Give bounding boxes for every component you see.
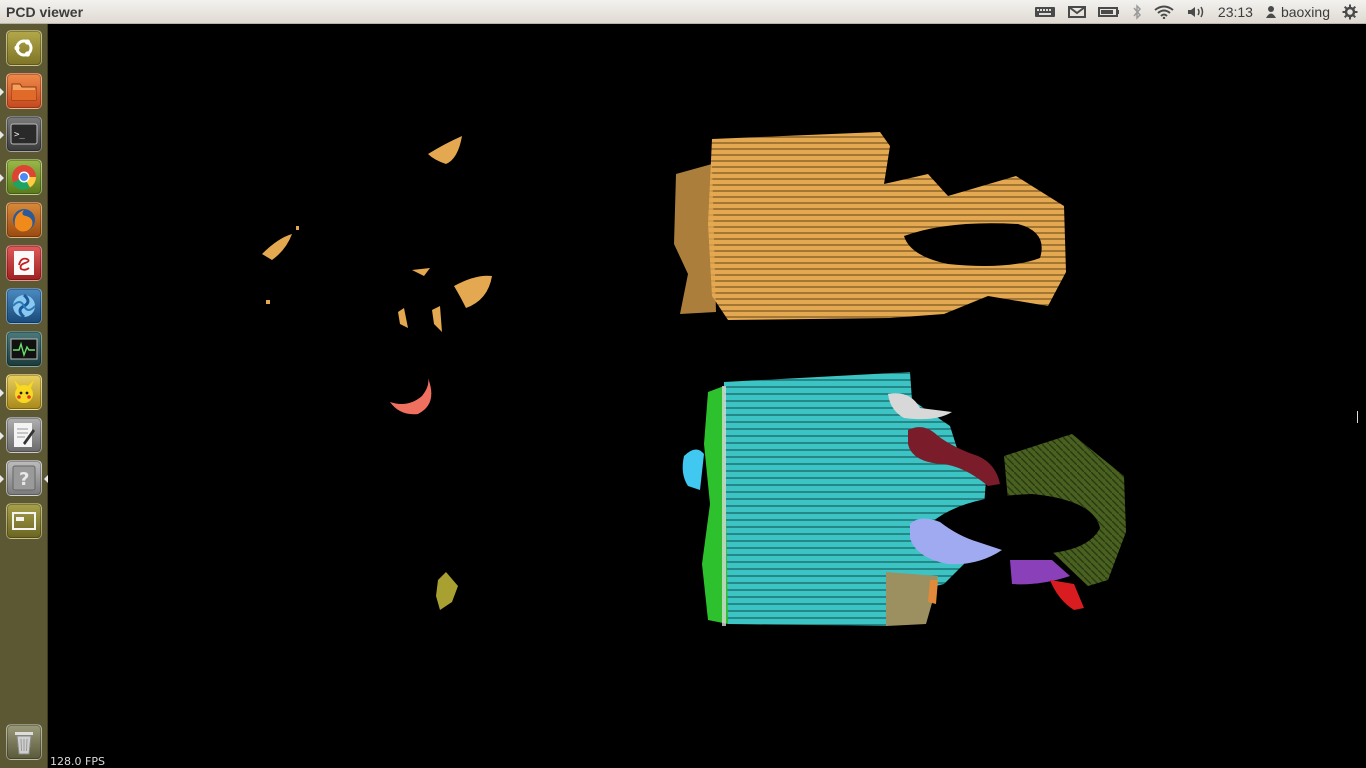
running-indicator (0, 131, 4, 139)
reader-icon (14, 251, 34, 275)
editor-icon (14, 423, 35, 447)
fps-counter: 128.0 FPS (50, 755, 105, 768)
terminal-button[interactable]: >_ (6, 116, 42, 152)
top-panel: PCD viewer 23:13 baoxing (0, 0, 1366, 24)
indicator-tray: 23:13 baoxing (1028, 0, 1366, 24)
battery-icon[interactable] (1097, 0, 1120, 24)
workspace-icon (12, 512, 36, 530)
gear-icon[interactable] (1342, 0, 1358, 24)
monitor-icon (10, 338, 38, 360)
help-icon: ? (12, 465, 36, 491)
mail-icon[interactable] (1067, 0, 1086, 24)
system-monitor-button[interactable] (6, 331, 42, 367)
firefox-button[interactable] (6, 202, 42, 238)
chrome-icon (12, 165, 37, 190)
running-indicator (0, 475, 4, 483)
trash-icon (15, 732, 33, 755)
swirl-icon (12, 293, 36, 319)
clock[interactable]: 23:13 (1218, 0, 1253, 24)
ebook-reader-button[interactable] (6, 245, 42, 281)
user-icon (1265, 5, 1276, 18)
volume-icon[interactable] (1186, 0, 1206, 24)
user-name: baoxing (1280, 3, 1330, 20)
running-indicator (0, 174, 4, 182)
ubuntu-logo-icon (14, 39, 33, 57)
keyboard-icon[interactable] (1034, 0, 1056, 24)
pikachu-app-button[interactable] (6, 374, 42, 410)
pikachu-icon (14, 380, 34, 403)
bluetooth-icon[interactable] (1132, 0, 1142, 24)
cloud-cluster-lower (682, 372, 1126, 626)
terminal-icon: >_ (10, 123, 38, 145)
user-menu[interactable]: baoxing (1265, 0, 1330, 24)
mouse-cursor (1357, 411, 1358, 423)
running-indicator (0, 88, 4, 96)
running-indicator (0, 389, 4, 397)
folder-icon (11, 83, 37, 101)
chrome-button[interactable] (6, 159, 42, 195)
firefox-icon (13, 209, 35, 232)
svg-text:?: ? (19, 469, 29, 490)
cloud-cluster-olive (436, 572, 458, 610)
cloud-cluster-salmon (390, 378, 432, 415)
launcher: >_ ? (0, 24, 48, 768)
dash-home-button[interactable] (6, 30, 42, 66)
svg-text:>_: >_ (14, 130, 25, 140)
cloud-cluster-orange (262, 132, 1066, 332)
text-editor-button[interactable] (6, 417, 42, 453)
point-cloud-view (262, 132, 1126, 626)
running-indicator (0, 432, 4, 440)
window-title: PCD viewer (6, 3, 84, 20)
pcd-viewer-canvas[interactable]: 128.0 FPS (48, 24, 1366, 768)
files-button[interactable] (6, 73, 42, 109)
workspace-switcher-button[interactable] (6, 503, 42, 539)
shutter-button[interactable] (6, 288, 42, 324)
wifi-icon[interactable] (1154, 0, 1174, 24)
trash-button[interactable] (6, 724, 42, 760)
help-button[interactable]: ? (6, 460, 42, 496)
